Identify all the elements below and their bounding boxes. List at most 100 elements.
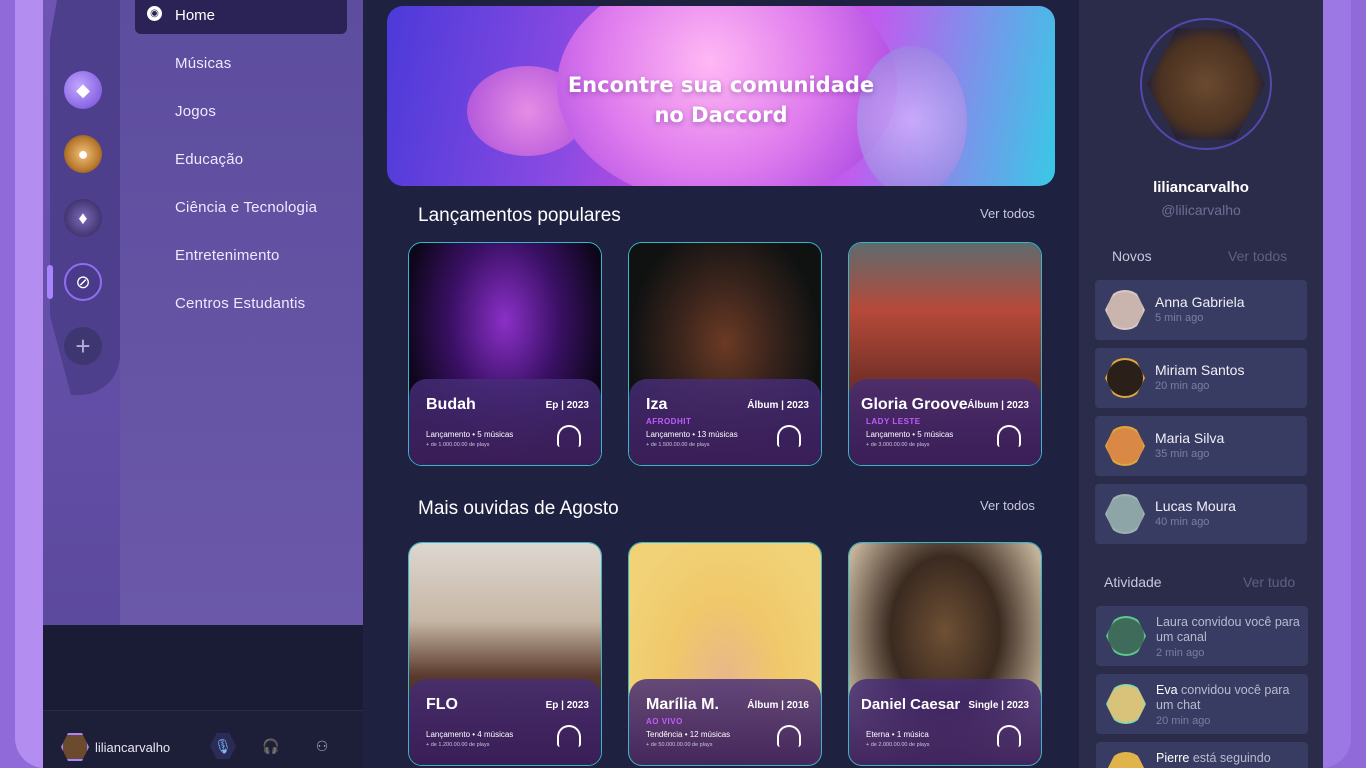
album-tracks: Lançamento • 5 músicas	[866, 430, 954, 439]
explore-compass-icon[interactable]: ⊘	[64, 263, 102, 301]
album-tag: LADY LESTE	[866, 417, 921, 426]
nav-item-ciencia[interactable]: Ciência e Tecnologia	[175, 199, 317, 216]
user-name: liliancarvalho	[95, 740, 171, 755]
album-card[interactable]: Gloria Groove Álbum | 2023 LADY LESTE La…	[848, 242, 1042, 466]
album-artist: Iza	[646, 396, 668, 413]
album-meta: Álbum | 2023	[747, 400, 809, 411]
profile-handle: @lilicarvalho	[1161, 202, 1241, 218]
nav-item-entretenimento[interactable]: Entretenimento	[175, 247, 280, 264]
see-all-lancamentos-link[interactable]: Ver todos	[980, 206, 1035, 221]
album-plays: + de 1.000.00.00 de plays	[426, 442, 490, 448]
user-avatar	[1106, 616, 1146, 656]
listen-headphones-icon[interactable]	[997, 425, 1021, 447]
activity-text: Laura convidou você para um canal 2 min …	[1156, 615, 1304, 661]
activity-card[interactable]: Eva convidou você para um chat 20 min ag…	[1096, 674, 1308, 734]
listen-headphones-icon[interactable]	[557, 725, 581, 747]
album-meta: Álbum | 2016	[747, 700, 809, 711]
album-card[interactable]: Marília M. Álbum | 2016 AO VIVO Tendênci…	[628, 542, 822, 766]
voice-waveform	[43, 625, 363, 710]
new-user-card[interactable]: Anna Gabriela 5 min ago	[1095, 280, 1307, 340]
activity-time: 20 min ago	[1156, 715, 1211, 727]
new-user-card[interactable]: Lucas Moura 40 min ago	[1095, 484, 1307, 544]
add-server-icon[interactable]: +	[64, 327, 102, 365]
activity-time: 2 min ago	[1156, 647, 1205, 659]
new-user-time: 35 min ago	[1155, 448, 1210, 460]
novos-see-all-link[interactable]: Ver todos	[1228, 248, 1287, 264]
atividade-see-all-link[interactable]: Ver tudo	[1243, 574, 1295, 590]
album-plays: + de 50.000.00.00 de plays	[646, 742, 713, 748]
listen-headphones-icon[interactable]	[777, 725, 801, 747]
user-avatar	[1106, 752, 1146, 768]
album-artist: FLO	[426, 696, 458, 713]
waveform-graphic	[77, 646, 319, 690]
album-tracks: Lançamento • 5 músicas	[426, 430, 514, 439]
new-user-name: Maria Silva	[1155, 430, 1225, 446]
server-food-icon[interactable]: ●	[64, 135, 102, 173]
album-card[interactable]: Iza Álbum | 2023 AFRODHIT Lançamento • 1…	[628, 242, 822, 466]
album-tracks: Eterna • 1 música	[866, 730, 929, 739]
activity-card[interactable]: Pierre está seguindo	[1096, 742, 1308, 768]
user-bar: liliancarvalho 🎙 🎧 ⚇	[43, 710, 363, 768]
nav-item-educacao[interactable]: Educação	[175, 151, 243, 168]
album-meta: Single | 2023	[968, 700, 1029, 711]
album-artist: Budah	[426, 396, 476, 413]
new-user-time: 5 min ago	[1155, 312, 1204, 324]
album-info: Gloria Groove Álbum | 2023 LADY LESTE La…	[849, 379, 1041, 465]
album-info: Budah Ep | 2023 Lançamento • 5 músicas +…	[409, 379, 601, 465]
album-plays: + de 1.500.00.00 de plays	[646, 442, 710, 448]
server-gem-icon[interactable]: ♦	[64, 199, 102, 237]
activity-message: Laura convidou você para um canal	[1156, 615, 1300, 644]
user-avatar	[1105, 358, 1145, 398]
new-user-time: 20 min ago	[1155, 380, 1210, 392]
album-artist: Daniel Caesar	[861, 696, 961, 713]
album-card[interactable]: Budah Ep | 2023 Lançamento • 5 músicas +…	[408, 242, 602, 466]
new-user-name: Lucas Moura	[1155, 498, 1236, 514]
album-card[interactable]: Daniel Caesar Single | 2023 Eterna • 1 m…	[848, 542, 1042, 766]
headphones-icon[interactable]: 🎧	[258, 733, 284, 759]
album-plays: + de 3.000.00.00 de plays	[866, 442, 930, 448]
microphone-icon[interactable]: 🎙	[210, 733, 236, 759]
community-banner[interactable]: Encontre sua comunidade no Daccord	[387, 6, 1055, 186]
novos-title: Novos	[1112, 248, 1152, 264]
user-avatar	[1105, 494, 1145, 534]
album-card[interactable]: FLO Ep | 2023 Lançamento • 4 músicas + d…	[408, 542, 602, 766]
album-tracks: Lançamento • 4 músicas	[426, 730, 514, 739]
nav-item-centros[interactable]: Centros Estudantis	[175, 295, 305, 312]
new-user-card[interactable]: Miriam Santos 20 min ago	[1095, 348, 1307, 408]
nav-item-jogos[interactable]: Jogos	[175, 103, 216, 120]
see-all-mais-ouvidas-link[interactable]: Ver todos	[980, 498, 1035, 513]
activity-actor: Pierre	[1156, 751, 1190, 765]
server-crystal-icon[interactable]: ◆	[64, 71, 102, 109]
user-avatar[interactable]	[61, 733, 89, 761]
album-tracks: Tendência • 12 músicas	[646, 730, 731, 739]
nav-item-home[interactable]: ◉ Home	[135, 0, 347, 34]
new-user-name: Anna Gabriela	[1155, 294, 1245, 310]
album-plays: + de 2.000.00.00 de plays	[866, 742, 930, 748]
nav-item-musicas[interactable]: Músicas	[175, 55, 231, 72]
compass-icon: ◉	[147, 6, 162, 21]
user-avatar	[1105, 290, 1145, 330]
new-user-name: Miriam Santos	[1155, 362, 1245, 378]
banner-title-line1: Encontre sua comunidade	[567, 73, 875, 97]
new-user-card[interactable]: Maria Silva 35 min ago	[1095, 416, 1307, 476]
album-meta: Álbum | 2023	[967, 400, 1029, 411]
category-nav: Músicas Jogos Educação Ciência e Tecnolo…	[120, 0, 363, 625]
listen-headphones-icon[interactable]	[557, 425, 581, 447]
listen-headphones-icon[interactable]	[997, 725, 1021, 747]
activity-text: Pierre está seguindo	[1156, 751, 1304, 766]
activity-message: está seguindo	[1189, 751, 1271, 765]
listen-headphones-icon[interactable]	[777, 425, 801, 447]
friends-icon[interactable]: ⚇	[309, 733, 335, 759]
section-title-lancamentos: Lançamentos populares	[418, 205, 621, 226]
album-info: Daniel Caesar Single | 2023 Eterna • 1 m…	[849, 679, 1041, 765]
album-tracks: Lançamento • 13 músicas	[646, 430, 738, 439]
profile-name: liliancarvalho	[1153, 179, 1249, 196]
section-title-mais-ouvidas: Mais ouvidas de Agosto	[418, 498, 619, 519]
activity-card[interactable]: Laura convidou você para um canal 2 min …	[1096, 606, 1308, 666]
active-server-indicator	[47, 265, 53, 299]
banner-title-line2: no Daccord	[654, 103, 788, 127]
atividade-title: Atividade	[1104, 574, 1162, 590]
user-avatar	[1106, 684, 1146, 724]
album-info: Marília M. Álbum | 2016 AO VIVO Tendênci…	[629, 679, 821, 765]
album-meta: Ep | 2023	[545, 400, 589, 411]
